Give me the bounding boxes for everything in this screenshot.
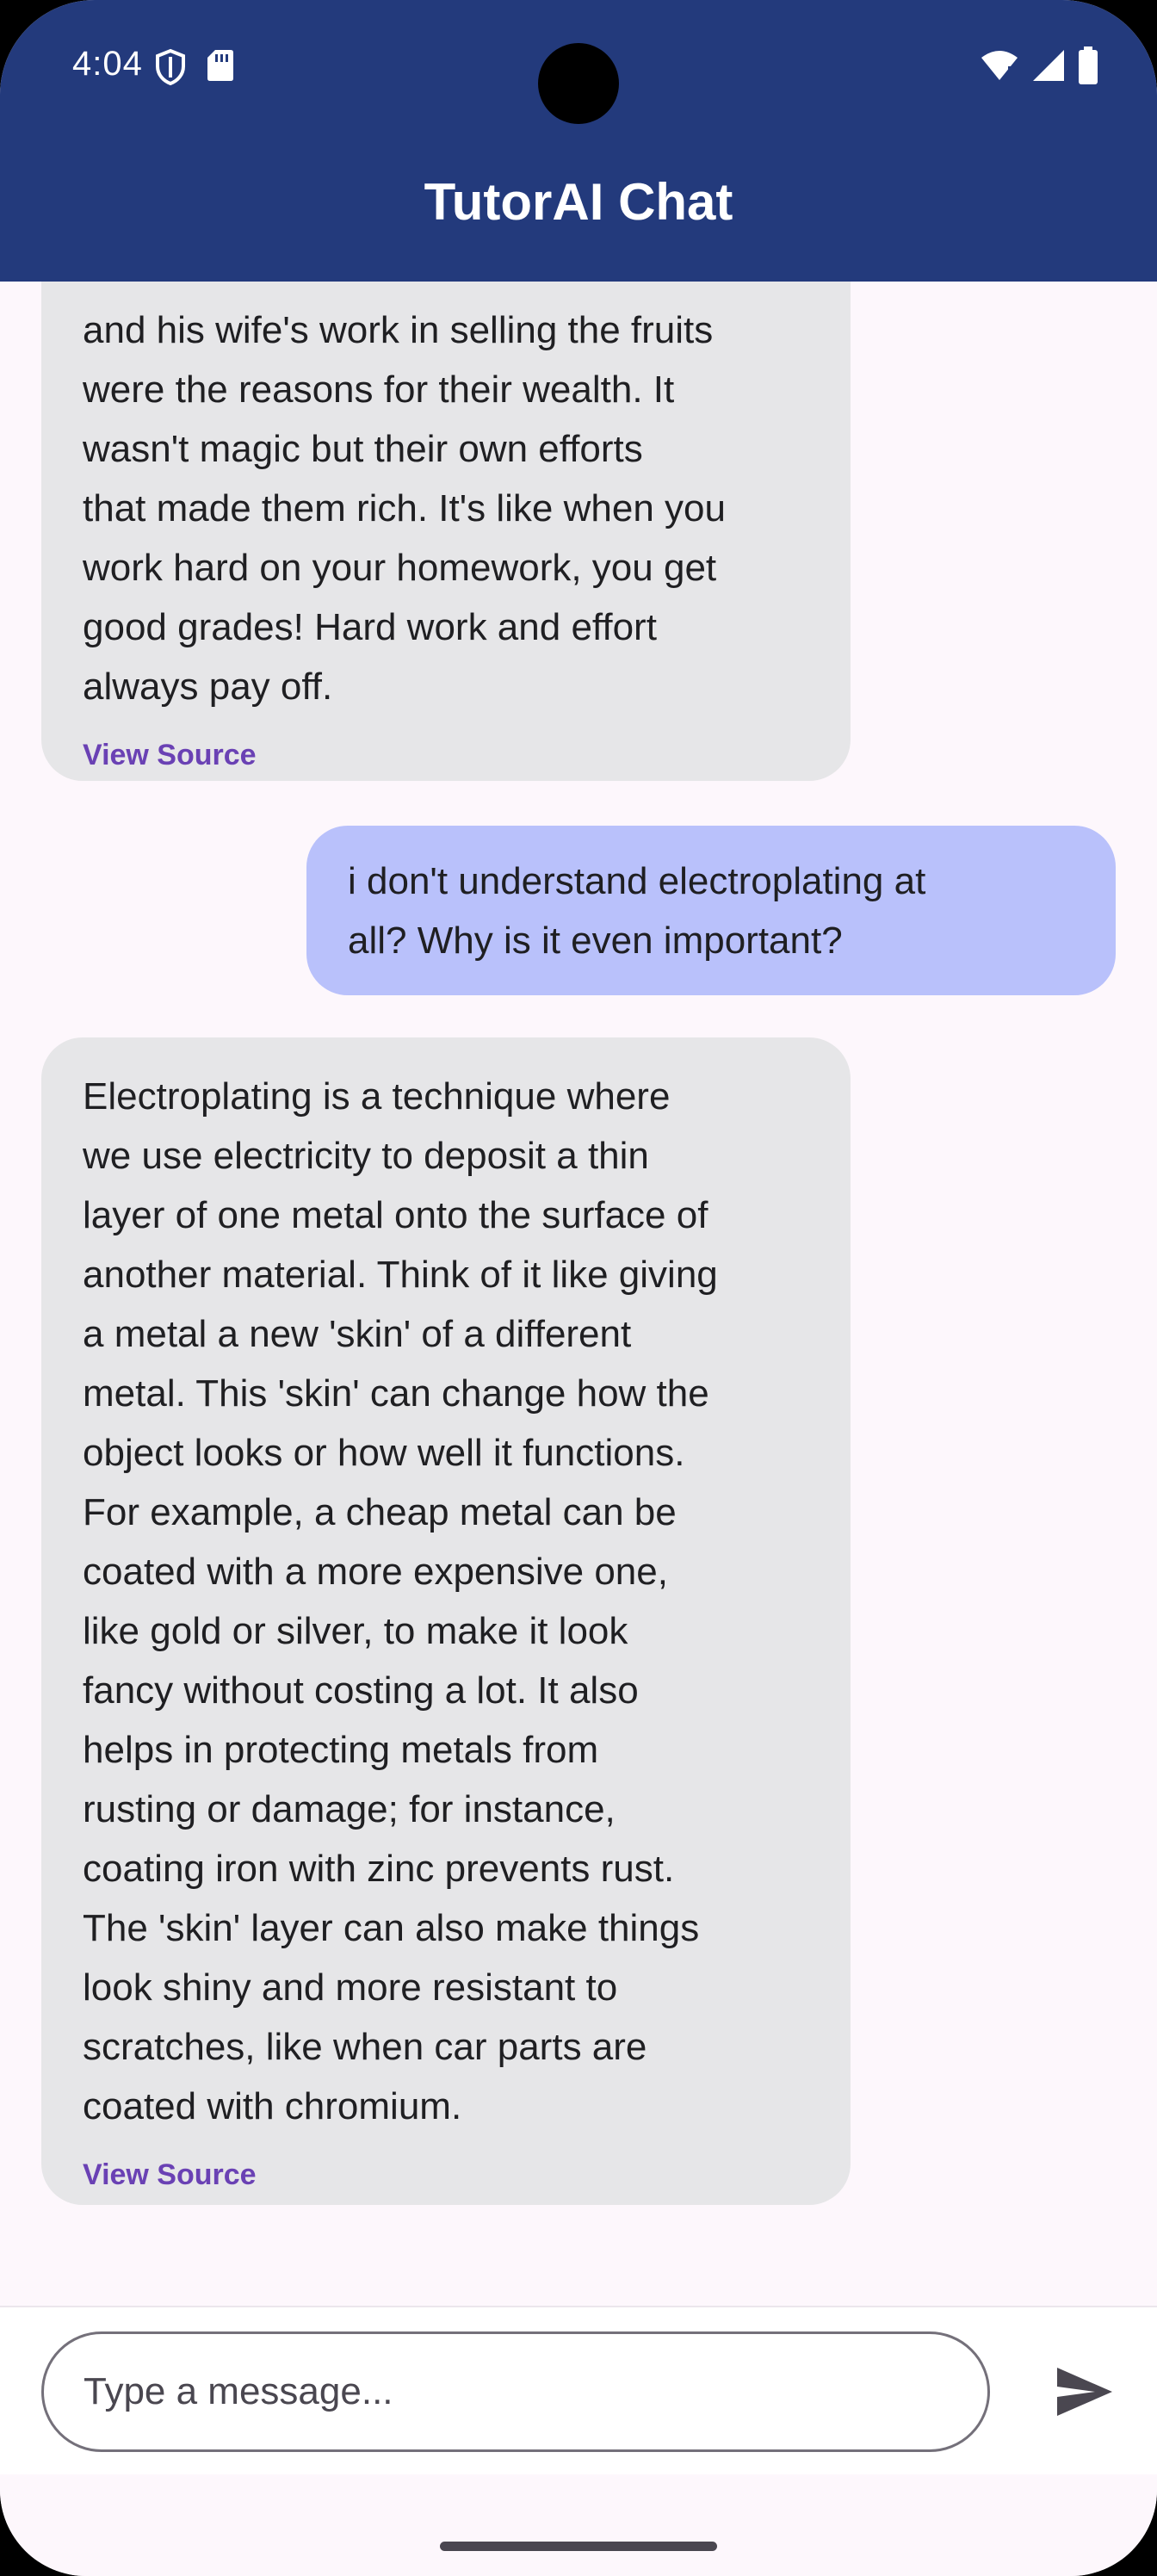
status-icons-left: [155, 48, 234, 90]
assistant-message-bubble: Electroplating is a technique where we u…: [41, 1037, 851, 2205]
battery-icon: [1078, 46, 1098, 89]
assistant-message-text: and his wife's work in selling the fruit…: [83, 309, 726, 708]
message-composer: [0, 2306, 1157, 2476]
app-bar: 4:04 TutorAI Chat: [0, 0, 1157, 282]
chat-message-list[interactable]: and his wife's work in selling the fruit…: [0, 282, 1157, 2305]
phone-screen: 4:04 TutorAI Chat and his wife's work in…: [0, 0, 1157, 2576]
front-camera: [538, 43, 619, 124]
assistant-message-text: Electroplating is a technique where we u…: [83, 1075, 718, 2127]
sd-card-icon: [207, 48, 234, 90]
status-icons-right: [980, 46, 1098, 89]
view-source-link[interactable]: View Source: [83, 739, 809, 772]
user-message-text: i don't understand electroplating at all…: [348, 860, 926, 962]
shield-icon: [155, 48, 186, 90]
assistant-message-bubble: and his wife's work in selling the fruit…: [41, 282, 851, 781]
cellular-signal-icon: [1031, 48, 1066, 87]
wifi-icon: [980, 49, 1019, 86]
status-time: 4:04: [72, 45, 143, 83]
page-title: TutorAI Chat: [424, 173, 733, 231]
gesture-nav-area: [0, 2474, 1157, 2576]
user-message-bubble: i don't understand electroplating at all…: [306, 826, 1116, 995]
message-input[interactable]: [41, 2331, 990, 2452]
home-indicator[interactable]: [440, 2542, 717, 2551]
send-button[interactable]: [1042, 2350, 1128, 2437]
send-icon: [1055, 2366, 1114, 2422]
view-source-link[interactable]: View Source: [83, 2158, 809, 2192]
